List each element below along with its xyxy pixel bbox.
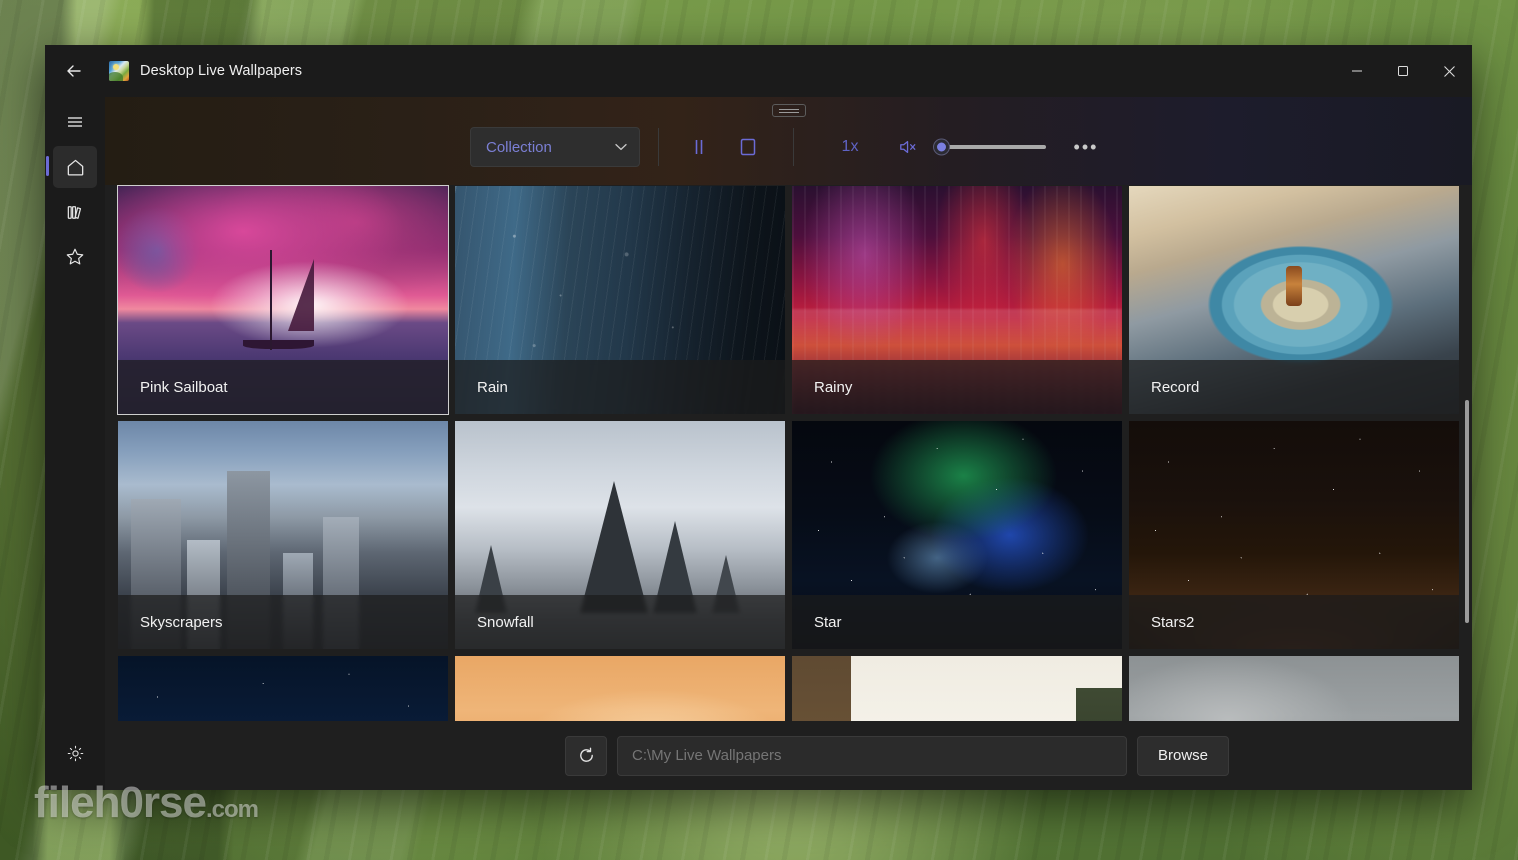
wallpaper-thumbnail (455, 656, 785, 721)
window-body: Collection 1x ••• Pink Sailboat Rain Rai… (45, 97, 1472, 790)
more-dots-icon: ••• (1073, 136, 1099, 157)
sidebar-item-settings[interactable] (53, 732, 97, 774)
wallpaper-tile[interactable] (791, 655, 1123, 721)
wallpaper-tile-label: Pink Sailboat (118, 360, 448, 414)
wallpaper-tile-label: Star (792, 595, 1122, 649)
wallpaper-tile[interactable]: Stars2 (1128, 420, 1460, 650)
gallery-scrollbar[interactable] (1463, 187, 1470, 719)
sidebar (45, 97, 105, 790)
volume-slider[interactable] (934, 134, 1046, 160)
refresh-button[interactable] (565, 735, 607, 776)
wallpaper-tile-label: Rainy (792, 360, 1122, 414)
watermark-tld: .com (205, 796, 259, 823)
wallpaper-tile[interactable]: Pink Sailboat (117, 185, 449, 415)
volume-slider-thumb[interactable] (934, 139, 949, 155)
wallpaper-folder-path-input[interactable] (617, 735, 1127, 776)
wallpaper-grid: Pink Sailboat Rain Rainy Record Skyscrapers S… (105, 185, 1472, 721)
wallpaper-thumbnail (792, 656, 1122, 721)
maximize-button[interactable] (1380, 45, 1426, 97)
title-bar: Desktop Live Wallpapers (45, 45, 1472, 97)
wallpaper-thumbnail (1129, 656, 1459, 721)
wallpaper-tile[interactable]: Rainy (791, 185, 1123, 415)
watermark-name: fileh0rse (34, 778, 207, 827)
gallery-scrollbar-thumb[interactable] (1465, 399, 1469, 624)
stop-button[interactable] (721, 127, 775, 167)
wallpaper-tile[interactable]: Skyscrapers (117, 420, 449, 650)
player-toolbar: Collection 1x ••• (105, 97, 1472, 185)
toolbar-divider-2 (793, 128, 794, 166)
library-books-icon (65, 202, 86, 223)
bottom-bar: Browse (105, 721, 1472, 790)
app-window: Desktop Live Wallpapers Collection 1x ••… (45, 45, 1472, 790)
wallpaper-tile[interactable] (117, 655, 449, 721)
wallpaper-tile-label: Skyscrapers (118, 595, 448, 649)
toolbar-divider-1 (658, 128, 659, 166)
wallpaper-tile[interactable]: Record (1128, 185, 1460, 415)
collection-dropdown-value: Collection (486, 138, 552, 156)
gallery-container: Pink Sailboat Rain Rainy Record Skyscrapers S… (105, 185, 1472, 721)
chevron-down-icon (615, 143, 627, 151)
close-button[interactable] (1426, 45, 1472, 97)
mute-icon (898, 138, 918, 156)
sidebar-item-library[interactable] (53, 191, 97, 233)
wallpaper-tile-label: Stars2 (1129, 595, 1459, 649)
back-button[interactable] (51, 51, 97, 91)
home-icon (65, 157, 86, 178)
wallpaper-tile-label: Record (1129, 360, 1459, 414)
wallpaper-tile[interactable] (454, 655, 786, 721)
sidebar-item-favorites[interactable] (53, 236, 97, 278)
gear-icon (66, 744, 85, 763)
wallpaper-tile[interactable]: Rain (454, 185, 786, 415)
pause-button[interactable] (677, 127, 721, 167)
volume-slider-track (936, 145, 1046, 149)
star-icon (64, 246, 86, 268)
wallpaper-tile[interactable] (1128, 655, 1460, 721)
hamburger-menu-icon (65, 112, 85, 132)
wallpaper-tile[interactable]: Star (791, 420, 1123, 650)
minimize-button[interactable] (1334, 45, 1380, 97)
toolbar-controls: Collection 1x ••• (470, 127, 1108, 167)
wallpaper-tile-label: Rain (455, 360, 785, 414)
sidebar-item-menu[interactable] (53, 101, 97, 143)
drag-handle[interactable] (771, 104, 806, 117)
pause-icon (691, 138, 707, 156)
collection-dropdown[interactable]: Collection (470, 127, 640, 167)
more-options-button[interactable]: ••• (1064, 127, 1108, 167)
wallpaper-tile-label: Snowfall (455, 595, 785, 649)
watermark: fileh0rse.com (34, 778, 259, 828)
window-title: Desktop Live Wallpapers (140, 63, 303, 79)
main-area: Collection 1x ••• Pink Sailboat Rain Rai… (105, 97, 1472, 790)
stop-icon (738, 137, 758, 157)
playback-speed-label: 1x (841, 138, 859, 155)
window-controls (1334, 45, 1472, 97)
browse-button[interactable]: Browse (1137, 735, 1230, 776)
refresh-icon (577, 746, 596, 765)
sidebar-item-home[interactable] (46, 146, 97, 188)
desktop-background: Desktop Live Wallpapers Collection 1x ••… (0, 0, 1518, 860)
mute-button[interactable] (886, 127, 930, 167)
playback-speed-button[interactable]: 1x (828, 127, 872, 167)
app-icon (109, 61, 129, 81)
wallpaper-thumbnail (118, 656, 448, 721)
wallpaper-tile[interactable]: Snowfall (454, 420, 786, 650)
